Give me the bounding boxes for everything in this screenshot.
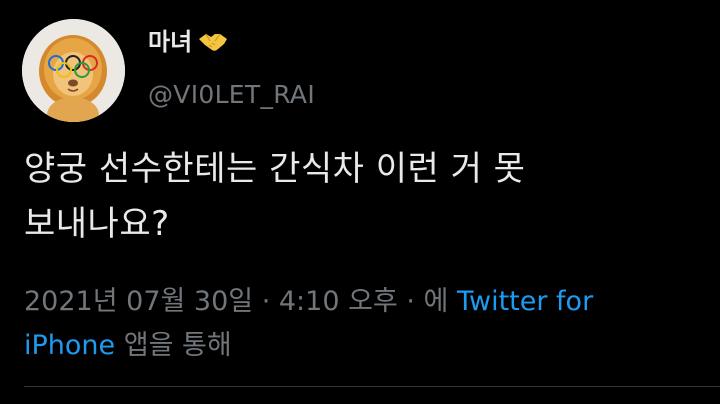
client-link-continued[interactable]: iPhone	[24, 330, 115, 361]
tweet-text-line: 양궁 선수한테는 간식차 이런 거 못	[24, 149, 526, 189]
metadata-line-2: iPhone 앱을 통해	[24, 324, 704, 368]
separator: ·	[397, 286, 424, 317]
tweet-date[interactable]: 2021년 07월 30일	[24, 286, 253, 317]
tweet-metadata: 2021년 07월 30일 · 4:10 오후 · 에 Twitter for …	[24, 280, 704, 368]
tweet-card: 마녀 @VI0LET_RAI 양궁 선수한테는 간식차 이런 거 못 보내나요?…	[0, 0, 720, 404]
tweet-text-line: 보내나요?	[24, 204, 170, 244]
via-prefix: 에	[423, 286, 457, 317]
separator: ·	[253, 286, 279, 317]
lion-avatar-image	[22, 19, 125, 122]
tweet-time[interactable]: 4:10 오후	[279, 286, 398, 317]
tweet-text: 양궁 선수한테는 간식차 이런 거 못 보내나요?	[24, 142, 696, 252]
metadata-line-1: 2021년 07월 30일 · 4:10 오후 · 에 Twitter for	[24, 280, 704, 324]
handshake-icon	[198, 30, 228, 54]
via-suffix: 앱을 통해	[115, 330, 232, 361]
user-handle[interactable]: @VI0LET_RAI	[148, 82, 315, 107]
display-name-row: 마녀	[148, 30, 228, 54]
avatar[interactable]	[22, 19, 125, 122]
divider	[24, 386, 720, 387]
display-name[interactable]: 마녀	[148, 30, 192, 54]
client-link[interactable]: Twitter for	[457, 286, 593, 317]
